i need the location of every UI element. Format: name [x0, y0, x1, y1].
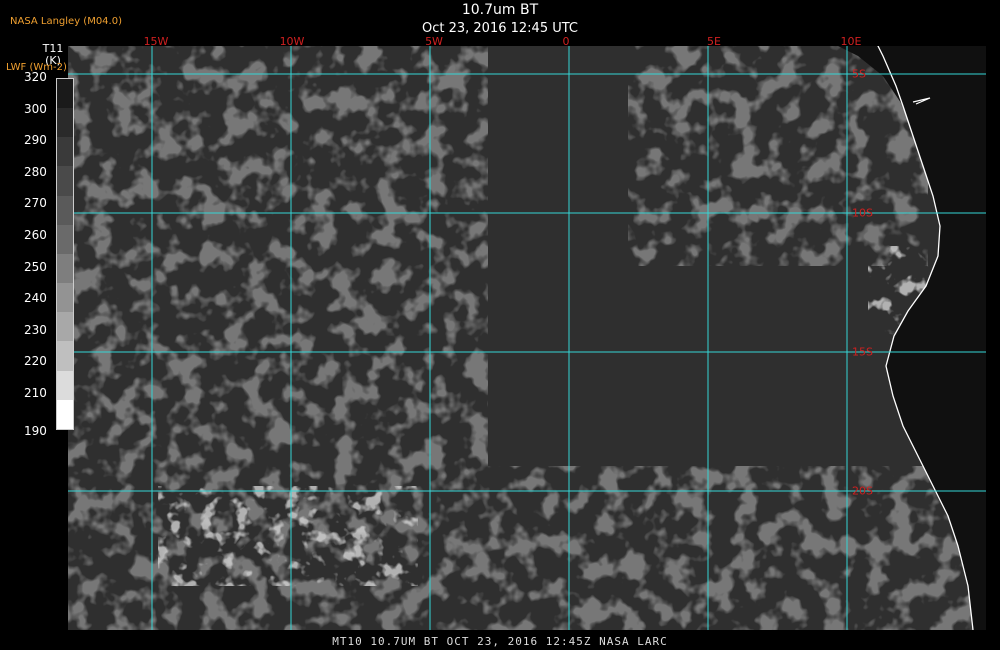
scale-tick-label: 210: [24, 386, 47, 400]
color-scale-step: [57, 137, 73, 167]
lat-label: 5S: [852, 67, 866, 81]
color-scale-step: [57, 195, 73, 225]
scale-tick-label: 240: [24, 291, 47, 306]
scale-tick-label: 300: [24, 101, 47, 116]
scale-tick-label: 290: [24, 133, 47, 148]
color-scale-step: [57, 108, 73, 138]
lat-label: 20S: [852, 484, 873, 498]
lat-label: 10S: [852, 206, 873, 220]
lat-label: 15S: [852, 345, 873, 359]
lon-label: 15W: [143, 35, 169, 48]
lon-label: 10E: [840, 35, 862, 48]
color-scale-step: [57, 341, 73, 371]
lon-label: 10W: [279, 35, 305, 48]
scale-tick-label: 190: [24, 423, 47, 438]
image-title: 10.7um BT: [461, 2, 539, 18]
color-scale-step: [57, 79, 73, 109]
image-timestamp: Oct 23, 2016 12:45 UTC: [422, 21, 578, 36]
scale-tick-label: 260: [24, 228, 47, 242]
satellite-map: [68, 46, 986, 630]
color-scale-step: [57, 399, 73, 429]
lon-label: 5W: [425, 35, 443, 48]
scale-tick-label: 250: [24, 259, 47, 274]
scale-tick-label: 220: [24, 354, 47, 369]
footer-caption: MT10 10.7UM BT OCT 23, 2016 12:45Z NASA …: [332, 635, 668, 648]
scale-tick-label: 270: [24, 196, 47, 211]
lon-label: 0: [562, 35, 570, 48]
color-scale-step: [57, 224, 73, 254]
color-scale-step: [57, 283, 73, 313]
scale-tick-label: 230: [24, 322, 47, 337]
scale-tick-label: 320: [24, 70, 47, 84]
color-scale-step: [57, 166, 73, 196]
source-label: NASA Langley (M04.0): [10, 16, 122, 27]
color-scale-step: [57, 312, 73, 342]
scale-tick-label: 280: [24, 164, 47, 179]
color-scale-bar: [56, 78, 74, 430]
satellite-imagery: [68, 46, 986, 630]
color-scale-step: [57, 253, 73, 284]
color-scale-step: [57, 370, 73, 400]
lon-label: 5E: [707, 35, 721, 48]
